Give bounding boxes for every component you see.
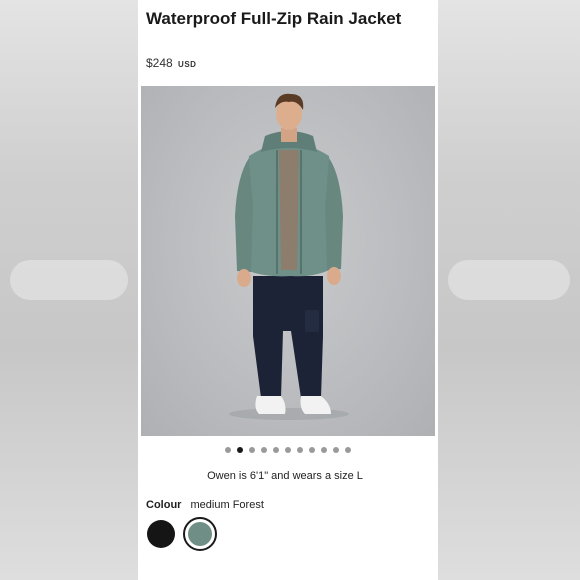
product-page: Waterproof Full-Zip Rain Jacket $248 USD xyxy=(138,0,438,580)
carousel-dot[interactable] xyxy=(333,447,339,453)
image-carousel-dots xyxy=(138,447,438,457)
product-image[interactable] xyxy=(141,86,435,436)
model-illustration xyxy=(229,93,349,420)
colour-selected-name: medium Forest xyxy=(190,499,264,511)
colour-row: Colour medium Forest xyxy=(146,499,264,511)
carousel-dot[interactable] xyxy=(285,447,291,453)
carousel-dot[interactable] xyxy=(225,447,231,453)
carousel-dot[interactable] xyxy=(237,447,243,453)
product-price: $248 USD xyxy=(146,56,196,70)
carousel-dot[interactable] xyxy=(297,447,303,453)
price-currency: USD xyxy=(178,60,197,69)
carousel-dot[interactable] xyxy=(345,447,351,453)
model-size-note: Owen is 6'1" and wears a size L xyxy=(207,470,363,482)
colour-swatches xyxy=(147,517,217,551)
carousel-dot[interactable] xyxy=(309,447,315,453)
blurred-background-right xyxy=(438,0,580,580)
price-amount: $248 xyxy=(146,56,173,70)
blurred-background-left xyxy=(0,0,138,580)
colour-swatch-black[interactable] xyxy=(147,520,175,548)
carousel-dot[interactable] xyxy=(273,447,279,453)
colour-label: Colour xyxy=(146,499,182,511)
carousel-dot[interactable] xyxy=(249,447,255,453)
product-title: Waterproof Full-Zip Rain Jacket xyxy=(146,9,402,28)
carousel-dot[interactable] xyxy=(321,447,327,453)
carousel-dot[interactable] xyxy=(261,447,267,453)
colour-swatch-medium-forest[interactable] xyxy=(183,517,217,551)
